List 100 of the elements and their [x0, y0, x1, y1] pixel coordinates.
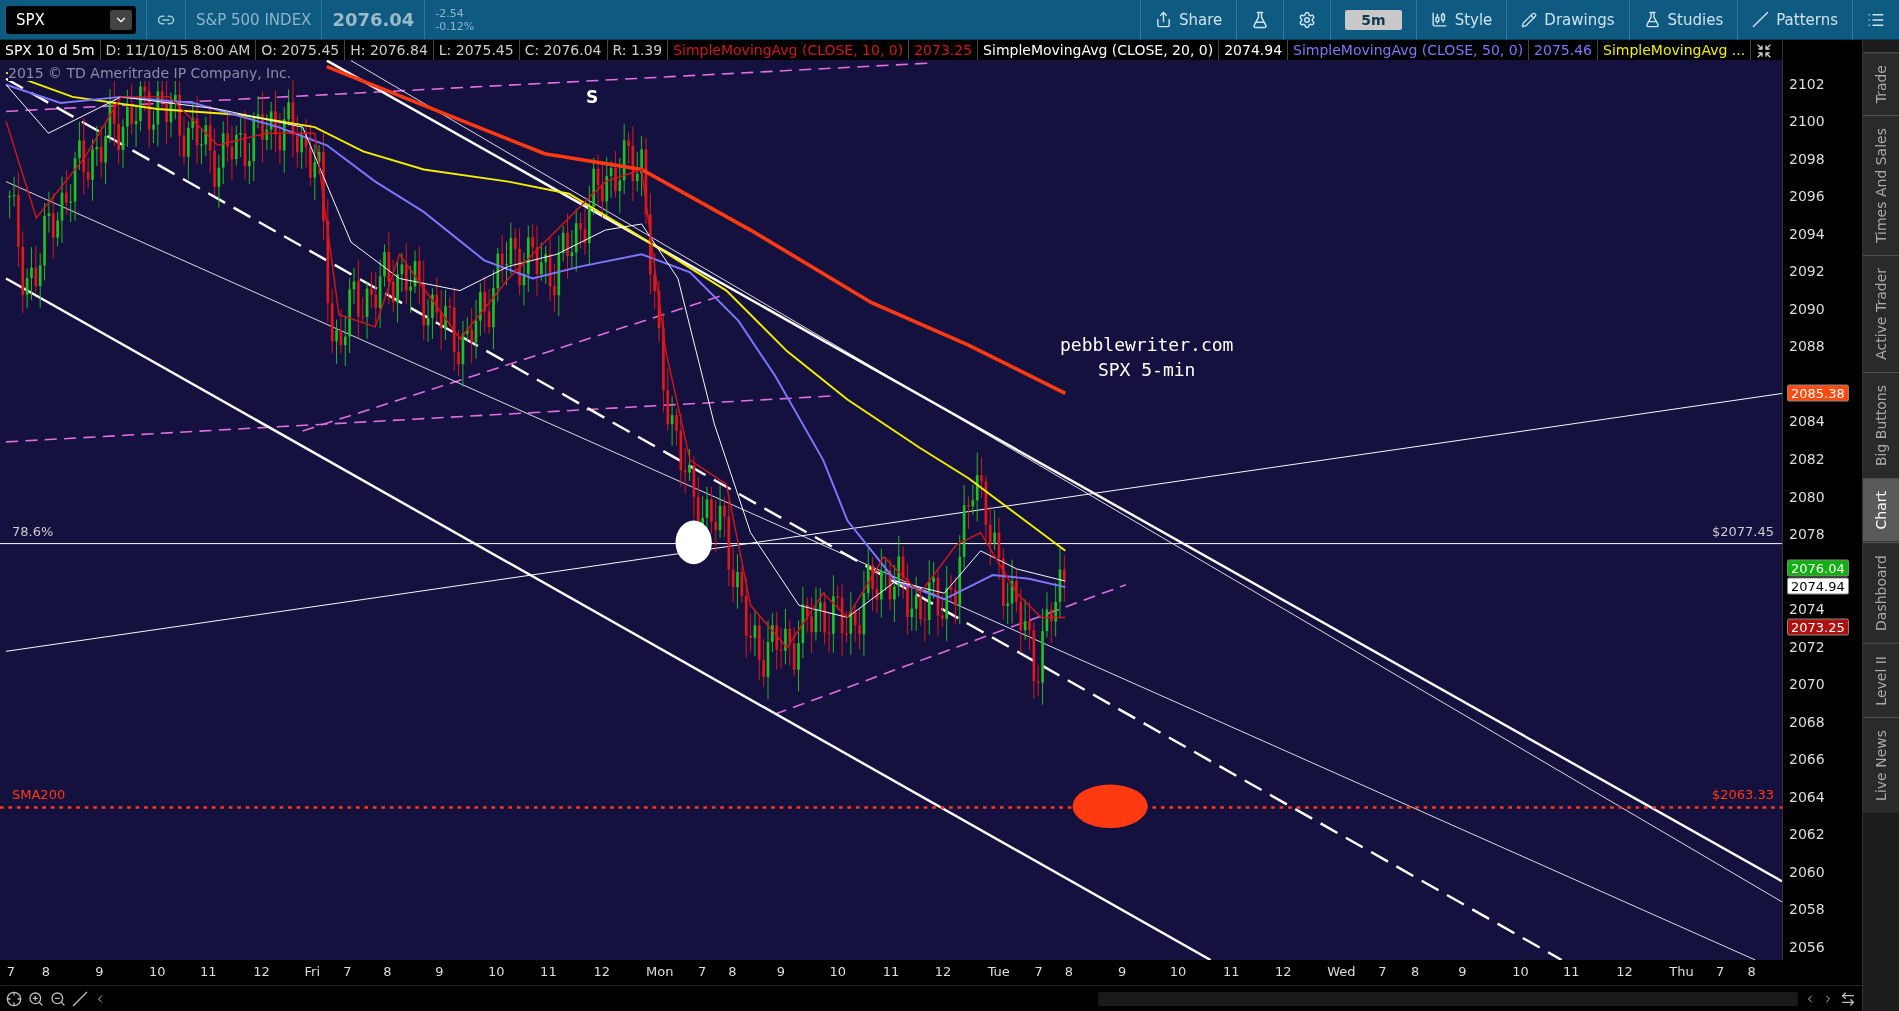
- candlestick-icon: [1430, 11, 1448, 28]
- copyright-text: 2015 © TD Ameritrade IP Company, Inc.: [8, 65, 292, 81]
- price-label: 2082: [1789, 451, 1825, 467]
- level-value: $2077.45: [1711, 523, 1774, 539]
- period-button[interactable]: 5m: [1330, 0, 1416, 40]
- time-label: 7: [1034, 964, 1043, 979]
- studies-button[interactable]: Studies: [1628, 0, 1738, 40]
- price-label: 2074: [1789, 601, 1825, 618]
- header-cell: D: 11/10/15 8:00 AM: [100, 40, 257, 60]
- net-change: -2.54: [435, 6, 465, 20]
- price-label: 2060: [1789, 863, 1825, 880]
- price-badge: 2085.38: [1787, 384, 1849, 402]
- marker-label: S: [586, 87, 599, 107]
- header-cell: 2073.25: [909, 40, 979, 60]
- header-cell: SimpleMovingAvg (CLOSE, 50, 0): [1288, 40, 1530, 60]
- time-label: 11: [882, 964, 900, 979]
- line-tool-icon[interactable]: [72, 990, 88, 1007]
- time-label: 7: [1378, 964, 1387, 979]
- time-label: 9: [1118, 964, 1127, 979]
- time-label: 11: [1222, 964, 1240, 979]
- time-label: 9: [95, 964, 104, 979]
- time-label: Tue: [987, 964, 1010, 979]
- share-icon: [1155, 11, 1173, 28]
- zoom-in-icon[interactable]: [28, 990, 44, 1007]
- time-label: 7: [1716, 964, 1725, 979]
- header-cell: SimpleMovingAvg (CLOSE, 20, 0): [978, 40, 1220, 60]
- header-cell: 2075.46: [1529, 40, 1598, 60]
- time-label: 12: [934, 964, 952, 979]
- expand-icon[interactable]: [1840, 990, 1856, 1007]
- header-cell: SimpleMovingAvg ...: [1598, 40, 1752, 60]
- time-label: 10: [829, 964, 846, 979]
- time-label: Mon: [646, 964, 674, 979]
- price-label: 2078: [1789, 526, 1825, 543]
- patterns-button[interactable]: Patterns: [1737, 0, 1852, 40]
- time-label: 10: [149, 964, 166, 979]
- time-label: 7: [343, 964, 352, 979]
- price-badge: 2074.94: [1787, 577, 1849, 595]
- drawings-button[interactable]: Drawings: [1506, 0, 1629, 40]
- price-label: 2084: [1789, 413, 1825, 430]
- crosshair-icon[interactable]: [6, 990, 22, 1007]
- time-label: 10: [488, 964, 505, 979]
- dropdown-button[interactable]: [110, 9, 132, 30]
- header-cell: L: 2075.45: [433, 40, 520, 60]
- price-label: 2092: [1789, 263, 1825, 280]
- flask-icon: [1251, 10, 1270, 29]
- side-tab[interactable]: Times And Sales: [1863, 115, 1899, 256]
- price-label: 2096: [1789, 188, 1825, 205]
- symbol-description: S&P 500 INDEX: [196, 10, 312, 29]
- scrollbar[interactable]: [1098, 991, 1798, 1006]
- header-cell: H: 2076.84: [345, 40, 434, 60]
- style-button[interactable]: Style: [1415, 0, 1507, 40]
- time-label: 10: [1512, 964, 1529, 979]
- percent-change: -0.12%: [435, 19, 475, 33]
- header-cell: 2074.94: [1219, 40, 1289, 60]
- symbol-field[interactable]: SPX: [6, 5, 136, 34]
- side-tab[interactable]: Big Buttons: [1863, 372, 1899, 479]
- time-label: 9: [776, 964, 785, 979]
- time-label: 8: [383, 964, 392, 979]
- time-label: 12: [253, 964, 270, 979]
- time-label: 8: [1064, 964, 1074, 979]
- header-cell: C: 2076.04: [519, 40, 608, 60]
- price-label: 2064: [1789, 788, 1825, 805]
- time-label: 8: [41, 964, 51, 979]
- time-label: 10: [1169, 964, 1187, 979]
- collapse-icon[interactable]: [1756, 43, 1772, 59]
- time-label: 11: [199, 964, 217, 979]
- price-label: 2062: [1789, 826, 1825, 843]
- time-label: Thu: [1669, 964, 1694, 979]
- zoom-out-icon[interactable]: [50, 990, 66, 1007]
- last-price: 2076.04: [332, 9, 415, 30]
- time-label: 8: [1747, 964, 1756, 979]
- price-label: 2088: [1789, 338, 1825, 355]
- header-cell: O: 2075.45: [256, 40, 346, 60]
- side-tab[interactable]: Dashboard: [1863, 541, 1899, 643]
- flask-icon: [1643, 11, 1661, 28]
- time-label: 8: [1411, 964, 1420, 979]
- pencil-icon: [1521, 11, 1538, 28]
- time-label: 12: [593, 964, 610, 979]
- side-tab[interactable]: Active Trader: [1863, 255, 1899, 373]
- time-label: 12: [1274, 964, 1292, 979]
- side-tab[interactable]: Chart: [1863, 478, 1899, 542]
- price-label: 2080: [1789, 488, 1825, 505]
- price-label: 2090: [1789, 300, 1825, 317]
- price-label: 2058: [1789, 901, 1825, 918]
- share-button[interactable]: Share: [1140, 0, 1237, 40]
- price-label: 2094: [1789, 225, 1825, 242]
- time-label: 7: [698, 964, 707, 979]
- time-label: 7: [6, 964, 16, 979]
- time-label: 9: [1458, 964, 1467, 979]
- side-tab[interactable]: Live News: [1863, 717, 1899, 814]
- price-badge: 2073.25: [1787, 618, 1849, 636]
- level-label: 78.6%: [12, 523, 54, 539]
- price-label: 2072: [1789, 638, 1825, 655]
- price-label: 2056: [1789, 939, 1825, 955]
- ellipse-marker: [675, 520, 712, 565]
- side-tab[interactable]: Trade: [1863, 52, 1899, 116]
- header-cell: SimpleMovingAvg (CLOSE, 10, 0): [668, 40, 910, 60]
- header-cell: R: 1.39: [607, 40, 669, 60]
- side-tab[interactable]: Level II: [1863, 642, 1899, 718]
- settings-icon: [1298, 10, 1317, 29]
